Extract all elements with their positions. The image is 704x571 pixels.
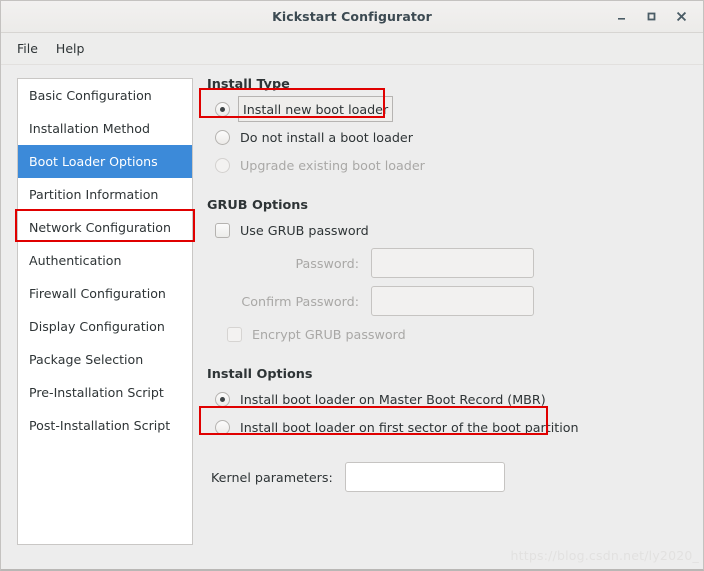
checkbox-encrypt-grub-password	[227, 326, 242, 342]
kernel-parameters-input[interactable]	[344, 462, 505, 492]
menu-help[interactable]: Help	[47, 37, 94, 60]
radio-install-on-mbr[interactable]	[215, 391, 230, 407]
radio-label-do-not-install-boot-loader: Do not install a boot loader	[240, 129, 413, 145]
sidebar-item-label: Firewall Configuration	[29, 286, 166, 301]
sidebar-item-label: Display Configuration	[29, 319, 165, 334]
radio-row-install-new-boot-loader[interactable]: Install new boot loader	[207, 95, 703, 123]
password-label: Password:	[295, 255, 359, 271]
window-title: Kickstart Configurator	[272, 9, 432, 24]
radio-label-install-new-boot-loader: Install new boot loader	[243, 102, 389, 117]
sidebar-list[interactable]: Basic Configuration Installation Method …	[17, 78, 193, 545]
sidebar-item-package-selection[interactable]: Package Selection	[18, 343, 192, 376]
sidebar-item-label: Basic Configuration	[29, 88, 152, 103]
window-controls	[607, 1, 695, 32]
content-pane: Install Type Install new boot loader Do …	[193, 65, 703, 569]
checkbox-label-encrypt-grub-password: Encrypt GRUB password	[252, 326, 406, 342]
maximize-icon[interactable]	[637, 4, 665, 30]
radio-row-install-on-mbr[interactable]: Install boot loader on Master Boot Recor…	[207, 385, 703, 413]
radio-row-upgrade-existing-boot-loader: Upgrade existing boot loader	[207, 151, 703, 179]
app-window: Kickstart Configurator File Help Basic C…	[0, 0, 704, 571]
kernel-parameters-label: Kernel parameters:	[211, 469, 333, 485]
sidebar-item-display-configuration[interactable]: Display Configuration	[18, 310, 192, 343]
install-options-heading: Install Options	[207, 367, 313, 382]
sidebar-item-network-configuration[interactable]: Network Configuration	[18, 211, 192, 244]
sidebar-container: Basic Configuration Installation Method …	[1, 65, 195, 569]
sidebar-item-basic-configuration[interactable]: Basic Configuration	[18, 79, 192, 112]
radio-do-not-install-boot-loader[interactable]	[215, 129, 230, 145]
sidebar-item-label: Pre-Installation Script	[29, 385, 164, 400]
sidebar-item-label: Partition Information	[29, 187, 159, 202]
sidebar-item-label: Post-Installation Script	[29, 418, 171, 433]
window-body: Basic Configuration Installation Method …	[1, 65, 703, 569]
watermark-text: https://blog.csdn.net/ly2020_	[510, 548, 699, 563]
sidebar-item-pre-installation-script[interactable]: Pre-Installation Script	[18, 376, 192, 409]
menu-bar: File Help	[1, 33, 703, 65]
radio-label-install-on-mbr: Install boot loader on Master Boot Recor…	[240, 391, 546, 407]
close-icon[interactable]	[667, 4, 695, 30]
focus-outline: Install new boot loader	[238, 96, 394, 122]
radio-label-install-on-first-sector: Install boot loader on first sector of t…	[240, 419, 579, 435]
sidebar-item-label: Installation Method	[29, 121, 150, 136]
kernel-parameters-row: Kernel parameters:	[207, 462, 703, 492]
radio-install-new-boot-loader[interactable]	[215, 101, 230, 117]
minimize-icon[interactable]	[607, 4, 635, 30]
sidebar-item-installation-method[interactable]: Installation Method	[18, 112, 192, 145]
title-bar: Kickstart Configurator	[1, 1, 703, 33]
install-type-heading: Install Type	[207, 77, 290, 92]
confirm-password-row: Confirm Password:	[207, 282, 703, 320]
radio-label-upgrade-existing-boot-loader: Upgrade existing boot loader	[240, 157, 425, 173]
menu-file[interactable]: File	[8, 37, 47, 60]
checkbox-row-use-grub-password[interactable]: Use GRUB password	[207, 216, 703, 244]
sidebar-item-boot-loader-options[interactable]: Boot Loader Options	[18, 145, 192, 178]
radio-row-do-not-install-boot-loader[interactable]: Do not install a boot loader	[207, 123, 703, 151]
checkbox-use-grub-password[interactable]	[215, 222, 230, 238]
password-row: Password:	[207, 244, 703, 282]
sidebar-item-label: Package Selection	[29, 352, 144, 367]
sidebar-item-label: Authentication	[29, 253, 122, 268]
radio-install-on-first-sector[interactable]	[215, 419, 230, 435]
confirm-password-label: Confirm Password:	[241, 293, 359, 309]
grub-options-heading: GRUB Options	[207, 198, 309, 213]
radio-row-install-on-first-sector[interactable]: Install boot loader on first sector of t…	[207, 413, 703, 441]
radio-upgrade-existing-boot-loader	[215, 157, 230, 173]
sidebar-item-firewall-configuration[interactable]: Firewall Configuration	[18, 277, 192, 310]
sidebar-item-label: Boot Loader Options	[29, 154, 158, 169]
checkbox-row-encrypt-grub-password: Encrypt GRUB password	[207, 320, 703, 348]
sidebar-item-post-installation-script[interactable]: Post-Installation Script	[18, 409, 192, 442]
checkbox-label-use-grub-password: Use GRUB password	[240, 222, 369, 238]
password-field	[371, 248, 534, 278]
sidebar-item-authentication[interactable]: Authentication	[18, 244, 192, 277]
sidebar-item-partition-information[interactable]: Partition Information	[18, 178, 192, 211]
confirm-password-field	[371, 286, 534, 316]
sidebar-item-label: Network Configuration	[29, 220, 171, 235]
